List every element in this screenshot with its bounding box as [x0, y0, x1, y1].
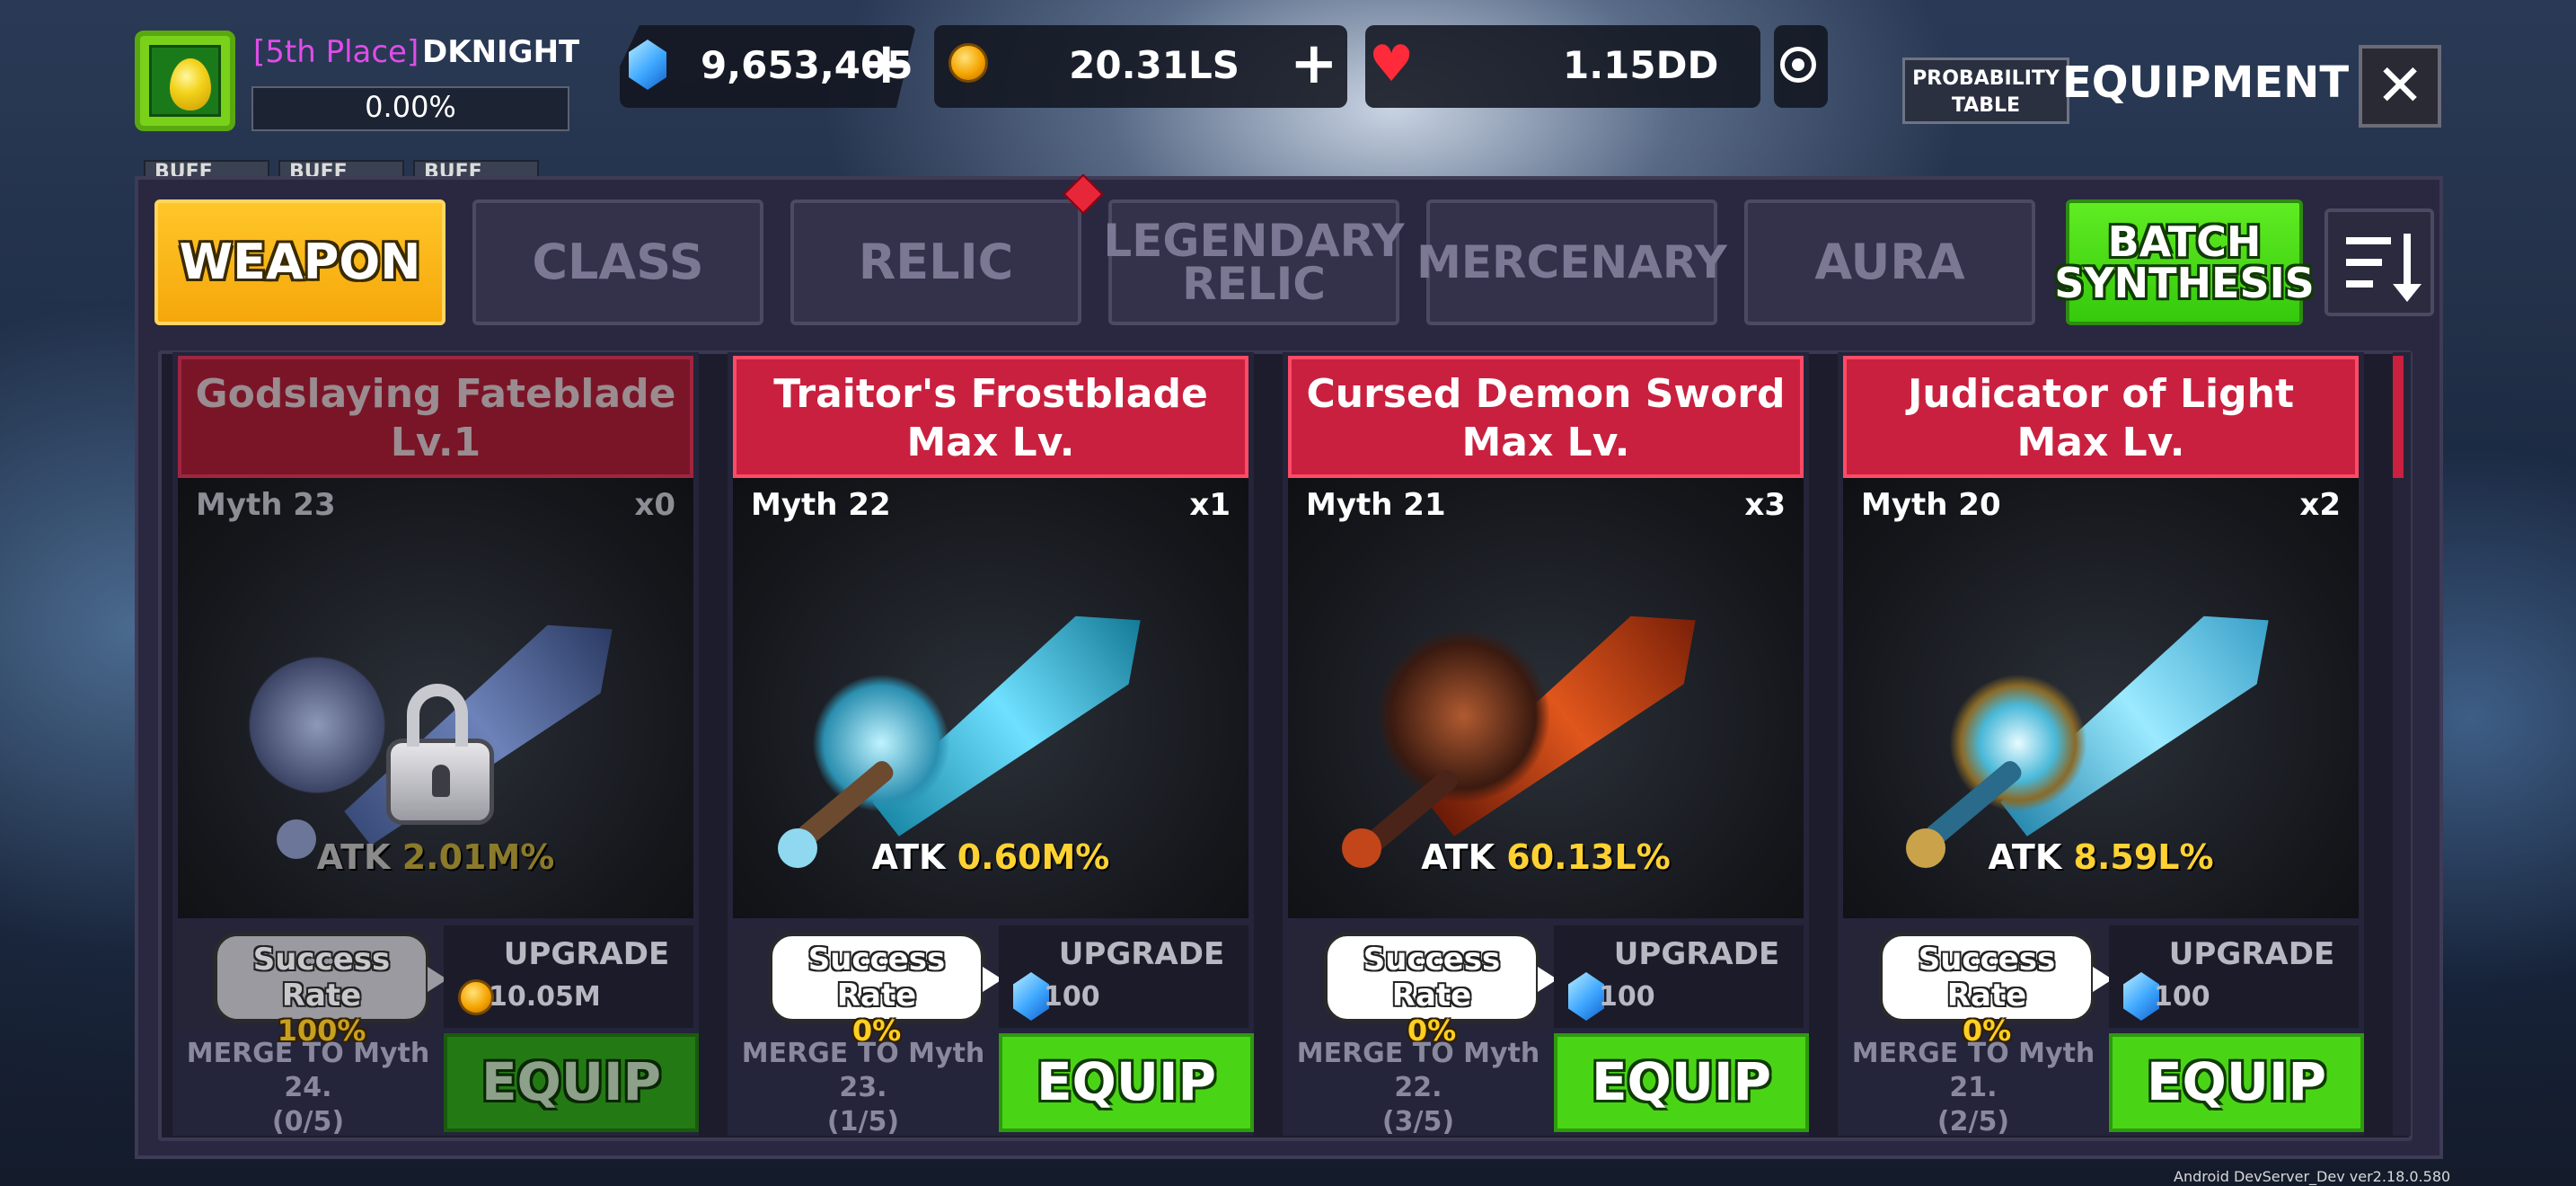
gold-coin-icon [948, 43, 988, 83]
gold-value: 20.31LS [1069, 43, 1239, 87]
tab-class[interactable]: CLASS [472, 199, 763, 325]
tab-aura[interactable]: AURA [1744, 199, 2035, 325]
card-upgrade-row: Success Rate 0% UPGRADE 100 [733, 925, 1248, 1048]
tab-weapon[interactable]: WEAPON [154, 199, 446, 325]
upgrade-button[interactable]: UPGRADE 10.05M [444, 925, 693, 1028]
success-rate-badge: Success Rate 100% [214, 933, 447, 1048]
weapon-level: Lv.1 [390, 420, 481, 465]
merge-info: MERGE TO Myth 23. (1/5) [741, 1038, 985, 1137]
player-avatar[interactable] [135, 31, 235, 131]
tab-relic[interactable]: RELIC [790, 199, 1081, 325]
weapon-count: x1 [1189, 487, 1231, 523]
card-header: Judicator of Light Max Lv. [1843, 356, 2359, 478]
weapon-image: Myth 21 x3 ATK 60.13L% [1288, 478, 1804, 918]
merge-info: MERGE TO Myth 22. (3/5) [1296, 1038, 1540, 1137]
atk-stat: ATK 2.01M% [316, 837, 555, 877]
equip-button[interactable]: EQUIP [1554, 1033, 1809, 1132]
equip-button[interactable]: EQUIP [2109, 1033, 2364, 1132]
golden-egg-icon [170, 58, 211, 111]
sort-button[interactable] [2325, 208, 2434, 316]
probability-table-button[interactable]: PROBABILITY TABLE [1902, 58, 2069, 124]
weapon-level: Max Lv. [1461, 420, 1630, 465]
atk-stat: ATK 8.59L% [1988, 837, 2214, 877]
equip-button[interactable]: EQUIP [444, 1033, 699, 1132]
weapon-image: Myth 22 x1 ATK 0.60M% [733, 478, 1248, 918]
add-gems-button[interactable]: + [862, 31, 911, 97]
card-header: Traitor's Frostblade Max Lv. [733, 356, 1248, 478]
weapon-card[interactable]: Traitor's Frostblade Max Lv. Myth 22 x1 … [728, 352, 1254, 1137]
sort-icon [2346, 237, 2391, 244]
merge-info: MERGE TO Myth 21. (2/5) [1851, 1038, 2095, 1137]
weapon-card[interactable]: Cursed Demon Sword Max Lv. Myth 21 x3 AT… [1283, 352, 1809, 1137]
card-upgrade-row: Success Rate 100% UPGRADE 10.05M [178, 925, 693, 1048]
weapon-image: Myth 23 x0 ATK 2.01M% [178, 478, 693, 918]
hp-value: 1.15DD [1563, 43, 1719, 87]
success-rate-badge: Success Rate 0% [1879, 933, 2113, 1048]
card-upgrade-row: Success Rate 0% UPGRADE 100 [1843, 925, 2359, 1048]
rank-label: [5th Place] [253, 34, 419, 70]
upgrade-button[interactable]: UPGRADE 100 [2109, 925, 2359, 1028]
card-header: Godslaying Fateblade Lv.1 [178, 356, 693, 478]
upgrade-button[interactable]: UPGRADE 100 [1554, 925, 1804, 1028]
card-header: Cursed Demon Sword Max Lv. [1288, 356, 1804, 478]
success-rate-badge: Success Rate 0% [769, 933, 1002, 1048]
weapon-level: Max Lv. [906, 420, 1075, 465]
upgrade-button[interactable]: UPGRADE 100 [999, 925, 1248, 1028]
weapon-count: x0 [634, 487, 675, 523]
atk-stat: ATK 0.60M% [871, 837, 1110, 877]
close-button[interactable]: ✕ [2359, 45, 2441, 128]
tab-legendary-relic[interactable]: LEGENDARY RELIC [1103, 199, 1405, 325]
atk-stat: ATK 60.13L% [1421, 837, 1671, 877]
weapon-image: Myth 20 x2 ATK 8.59L% [1843, 478, 2359, 918]
weapon-name: Judicator of Light [1908, 371, 2294, 417]
equip-button[interactable]: EQUIP [999, 1033, 1254, 1132]
weapon-grade: Myth 23 [196, 487, 336, 523]
player-name: DKNIGHT [422, 34, 580, 70]
batch-synthesis-button[interactable]: BATCH SYNTHESIS [2054, 199, 2315, 325]
weapon-grade: Myth 20 [1861, 487, 2001, 523]
lock-icon [386, 684, 494, 825]
weapon-card[interactable]: Godslaying Fateblade Lv.1 Myth 23 x0 ATK… [172, 352, 699, 1137]
weapon-name: Godslaying Fateblade [195, 371, 676, 417]
weapon-count: x2 [2299, 487, 2341, 523]
target-icon[interactable] [1780, 47, 1816, 83]
weapon-name: Traitor's Frostblade [773, 371, 1208, 417]
card-upgrade-row: Success Rate 0% UPGRADE 100 [1288, 925, 1804, 1048]
weapon-grade: Myth 22 [751, 487, 891, 523]
success-rate-badge: Success Rate 0% [1324, 933, 1557, 1048]
weapon-level: Max Lv. [2016, 420, 2185, 465]
progress-text: 0.00% [365, 90, 456, 124]
merge-info: MERGE TO Myth 24. (0/5) [186, 1038, 430, 1137]
add-gold-button[interactable]: + [1290, 31, 1338, 97]
weapon-grade: Myth 21 [1306, 487, 1446, 523]
heart-icon: ♥ [1369, 35, 1415, 93]
weapon-count: x3 [1744, 487, 1786, 523]
weapon-name: Cursed Demon Sword [1306, 371, 1786, 417]
tab-mercenary[interactable]: MERCENARY [1416, 199, 1727, 325]
page-title: EQUIPMENT [2062, 58, 2350, 108]
weapon-card[interactable]: Judicator of Light Max Lv. Myth 20 x2 AT… [1838, 352, 2364, 1137]
build-version: Android DevServer_Dev ver2.18.0.580 [2174, 1168, 2451, 1185]
